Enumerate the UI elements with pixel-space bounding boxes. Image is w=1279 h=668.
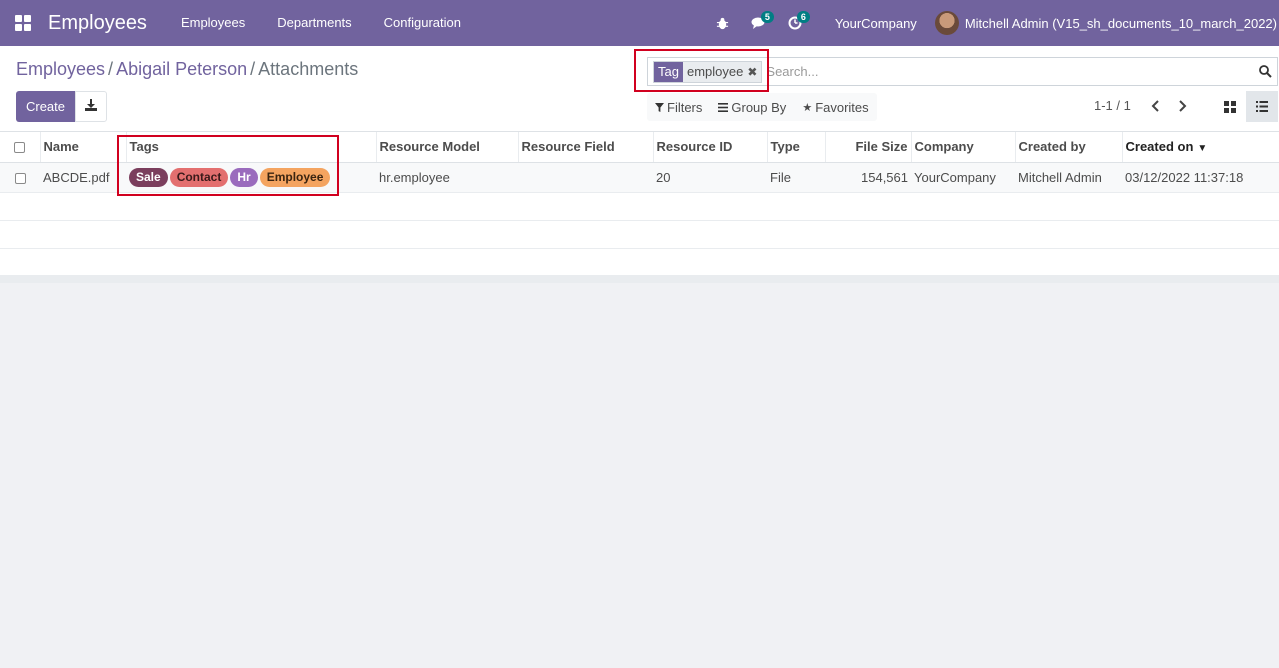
col-header-created-on[interactable]: Created on ▼ <box>1122 132 1279 163</box>
tag-sale: Sale <box>129 167 168 187</box>
star-icon: ★ <box>802 101 813 114</box>
cell-file-size[interactable]: 154,561 <box>825 162 911 193</box>
view-switcher <box>1214 91 1278 122</box>
pager-next-button[interactable] <box>1174 96 1192 116</box>
apps-menu-icon[interactable] <box>0 0 46 46</box>
menu-employees[interactable]: Employees <box>165 0 261 46</box>
pager-value[interactable]: 1-1 / 1 <box>1094 98 1131 113</box>
cell-resource-model[interactable]: hr.employee <box>376 162 518 193</box>
table-footer <box>0 275 1279 283</box>
col-header-tags[interactable]: Tags <box>126 132 377 163</box>
download-icon <box>85 99 97 114</box>
facet-value: employee <box>686 64 744 79</box>
empty-row <box>0 192 1279 221</box>
facet-remove-icon[interactable]: ✖ <box>747 65 761 79</box>
table-row[interactable]: ABCDE.pdf Sale Contact Hr Employee hr.emplo… <box>0 162 1279 193</box>
create-button[interactable]: Create <box>16 91 75 122</box>
col-header-name[interactable]: Name <box>40 132 127 163</box>
avatar <box>934 11 959 35</box>
filter-toolbar: Filters Group By ★ Favorites <box>647 93 877 121</box>
app-title[interactable]: Employees <box>48 12 147 35</box>
col-header-resource-id[interactable]: Resource ID <box>653 132 768 163</box>
kanban-grid-icon <box>1224 100 1236 113</box>
cell-company[interactable]: YourCompany <box>911 162 1015 193</box>
menu-configuration[interactable]: Configuration <box>368 0 477 46</box>
debug-bug-icon[interactable] <box>705 0 741 46</box>
funnel-icon <box>655 102 664 112</box>
row-checkbox[interactable] <box>14 172 26 184</box>
col-header-file-size[interactable]: File Size <box>825 132 912 163</box>
filters-dropdown[interactable]: Filters <box>647 93 710 121</box>
list-view-icon <box>1256 101 1268 112</box>
activities-clock-icon[interactable]: 6 <box>777 0 813 46</box>
chevron-right-icon <box>1179 100 1187 112</box>
user-name: Mitchell Admin (V15_sh_documents_10_marc… <box>964 15 1277 31</box>
list-view: Name Tags Resource Model Resource Field … <box>0 132 1279 277</box>
empty-row <box>0 248 1279 277</box>
list-view-button[interactable] <box>1246 91 1278 122</box>
cell-type[interactable]: File <box>767 162 825 193</box>
empty-row <box>0 220 1279 249</box>
breadcrumb-separator: / <box>250 59 256 79</box>
sort-descending-icon: ▼ <box>1197 143 1208 155</box>
search-facet: Tag employee ✖ <box>653 60 763 83</box>
col-header-created-by[interactable]: Created by <box>1015 132 1123 163</box>
col-header-resource-field[interactable]: Resource Field <box>518 132 654 163</box>
filters-label: Filters <box>667 99 703 115</box>
col-header-created-on-label: Created on <box>1125 139 1194 155</box>
favorites-label: Favorites <box>815 99 869 115</box>
tag-contact: Contact <box>169 167 229 187</box>
breadcrumb-employees[interactable]: Employees <box>16 59 105 79</box>
select-all-cell <box>0 132 41 163</box>
attachments-table: Name Tags Resource Model Resource Field … <box>0 132 1279 277</box>
breadcrumb-separator: / <box>108 59 114 79</box>
messages-icon[interactable]: 5 <box>741 0 777 46</box>
tag-hr: Hr <box>230 167 258 187</box>
col-header-company[interactable]: Company <box>911 132 1016 163</box>
select-all-checkbox[interactable] <box>14 142 26 154</box>
table-header-row: Name Tags Resource Model Resource Field … <box>0 132 1279 163</box>
user-menu[interactable]: Mitchell Admin (V15_sh_documents_10_marc… <box>934 11 1279 35</box>
search-icon[interactable] <box>1253 65 1277 78</box>
search-bar: Tag employee ✖ <box>647 57 1278 86</box>
pager-previous-button[interactable] <box>1146 96 1164 116</box>
search-input[interactable] <box>762 64 1253 79</box>
cell-tags[interactable]: Sale Contact Hr Employee <box>126 162 376 193</box>
groupby-label: Group By <box>731 99 787 115</box>
groupby-dropdown[interactable]: Group By <box>710 93 794 121</box>
messages-count-badge: 5 <box>760 11 774 23</box>
col-header-type[interactable]: Type <box>767 132 826 163</box>
cell-created-by[interactable]: Mitchell Admin <box>1015 162 1122 193</box>
activities-count-badge: 6 <box>796 11 810 23</box>
list-bars-icon <box>718 102 729 112</box>
top-navbar: Employees Employees Departments Configur… <box>0 0 1279 46</box>
tag-employee: Employee <box>259 167 331 187</box>
breadcrumb-current: Attachments <box>258 59 359 79</box>
cell-resource-id[interactable]: 20 <box>653 162 767 193</box>
control-panel: Employees / Abigail Peterson / Attachments C… <box>0 46 1279 132</box>
breadcrumb: Employees / Abigail Peterson / Attachments <box>16 59 358 80</box>
col-header-resource-model[interactable]: Resource Model <box>376 132 519 163</box>
cell-created-on[interactable]: 03/12/2022 11:37:18 <box>1122 162 1279 193</box>
download-button[interactable] <box>75 91 107 122</box>
cell-name[interactable]: ABCDE.pdf <box>40 162 126 193</box>
breadcrumb-employee-record[interactable]: Abigail Peterson <box>116 59 247 79</box>
kanban-view-button[interactable] <box>1214 91 1246 122</box>
menu-departments[interactable]: Departments <box>261 0 367 46</box>
chevron-left-icon <box>1151 100 1159 112</box>
company-switcher[interactable]: YourCompany <box>813 16 935 31</box>
favorites-dropdown[interactable]: ★ Favorites <box>794 93 876 121</box>
cell-resource-field[interactable] <box>518 162 653 193</box>
row-select-cell <box>0 162 40 193</box>
facet-category: Tag <box>654 61 683 82</box>
